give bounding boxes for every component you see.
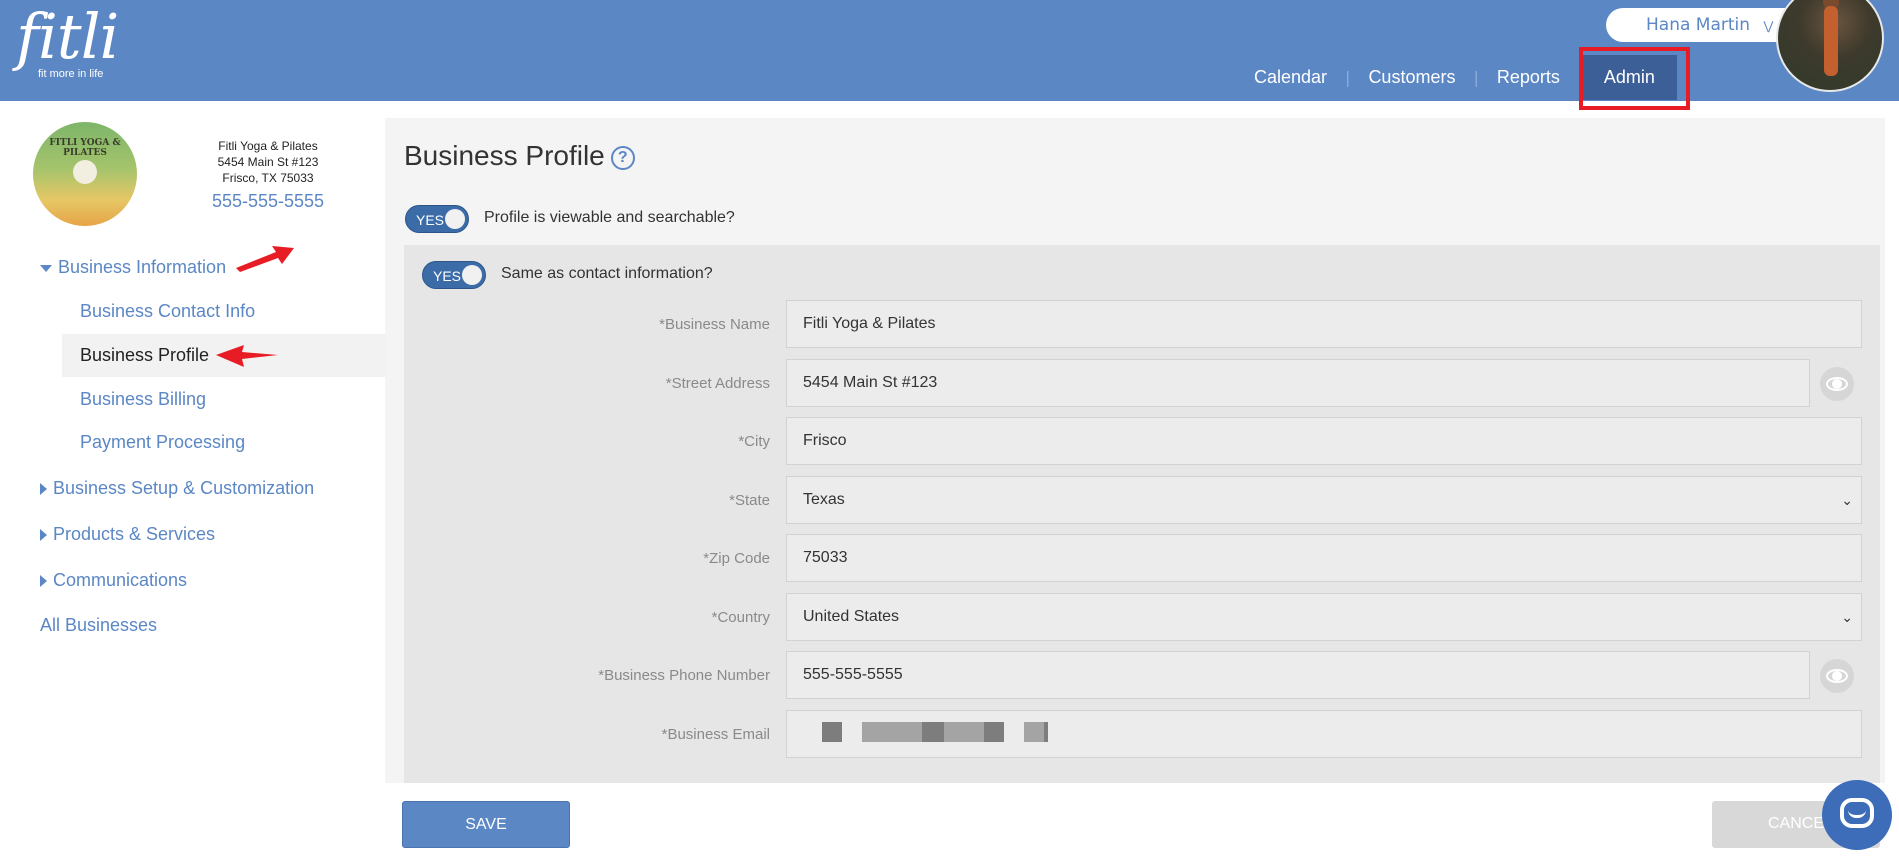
red-arrow-icon <box>236 246 294 272</box>
toggle-state: YES <box>416 212 445 228</box>
street-address-label: *Street Address <box>665 375 770 392</box>
logo-tagline: fit more in life <box>38 68 104 80</box>
business-phone-label: *Business Phone Number <box>598 667 770 684</box>
caret-right-icon <box>40 483 47 496</box>
business-city-state-zip: Frisco, TX 75033 <box>222 171 314 185</box>
redacted-block <box>862 722 922 742</box>
user-avatar[interactable] <box>1776 0 1884 92</box>
zip-code-input[interactable]: 75033 <box>786 534 1862 582</box>
sidebar-item-business-setup[interactable]: Business Setup & Customization <box>40 478 314 499</box>
business-name-label: *Business Name <box>659 316 770 333</box>
toggle-knob <box>462 265 482 285</box>
sidebar-item-products-services[interactable]: Products & Services <box>40 524 215 545</box>
business-phone-input[interactable]: 555-555-5555 <box>786 651 1810 699</box>
help-icon[interactable]: ? <box>610 146 635 170</box>
street-address-input[interactable]: 5454 Main St #123 <box>786 359 1810 407</box>
profile-visible-label: Profile is viewable and searchable? <box>484 209 735 226</box>
redacted-block <box>1024 722 1044 742</box>
meditation-figure-icon <box>73 160 97 184</box>
country-selected-value: United States <box>803 608 900 625</box>
toggle-state: YES <box>433 268 462 284</box>
city-input[interactable]: Frisco <box>786 417 1862 465</box>
chat-support-button[interactable] <box>1822 780 1892 850</box>
state-label: *State <box>729 492 770 509</box>
nav-customers[interactable]: Customers <box>1350 55 1473 100</box>
state-selected-value: Texas <box>803 491 845 508</box>
caret-right-icon <box>40 529 47 542</box>
business-summary: Fitli Yoga & Pilates 5454 Main St #123 F… <box>196 138 340 214</box>
sidebar-item-label: Products & Services <box>53 524 216 544</box>
user-name: Hana Martin <box>1646 15 1751 35</box>
red-arrow-icon <box>216 345 278 367</box>
redacted-block <box>922 722 944 742</box>
state-select[interactable]: Texas ⌄ <box>786 476 1862 524</box>
avatar-body <box>1824 6 1838 76</box>
nav-reports[interactable]: Reports <box>1479 55 1578 100</box>
sidebar-item-business-contact-info[interactable]: Business Contact Info <box>80 301 255 322</box>
sidebar-item-payment-processing[interactable]: Payment Processing <box>80 432 245 453</box>
toggle-knob <box>445 209 465 229</box>
country-label: *Country <box>711 609 770 626</box>
business-logo: FITLI YOGA & PILATES <box>33 122 137 226</box>
profile-visible-toggle[interactable]: YES <box>405 205 469 233</box>
fitli-logo[interactable]: fitli fit more in life <box>16 0 119 81</box>
street-visibility-eye-icon[interactable] <box>1820 367 1854 401</box>
sidebar-item-label: Business Setup & Customization <box>53 478 315 498</box>
phone-visibility-eye-icon[interactable] <box>1820 659 1854 693</box>
caret-right-icon <box>40 575 47 588</box>
chevron-down-icon: ⌄ <box>1841 609 1853 625</box>
redacted-block <box>944 722 984 742</box>
sidebar-item-business-information[interactable]: Business Information <box>40 257 226 278</box>
double-chevron-down-icon: ⋁ <box>1763 19 1774 33</box>
country-select[interactable]: United States ⌄ <box>786 593 1862 641</box>
sidebar-item-label: Communications <box>53 570 188 590</box>
redacted-block <box>1044 722 1048 742</box>
business-phone-link[interactable]: 555-555-5555 <box>196 188 340 214</box>
caret-down-icon <box>40 264 52 272</box>
page-title: Business Profile? <box>404 140 635 172</box>
nav-calendar[interactable]: Calendar <box>1236 55 1345 100</box>
sidebar-item-all-businesses[interactable]: All Businesses <box>40 615 157 636</box>
sidebar-item-communications[interactable]: Communications <box>40 570 187 591</box>
eye-pupil <box>1832 379 1842 389</box>
sidebar-item-business-billing[interactable]: Business Billing <box>80 389 206 410</box>
city-label: *City <box>738 433 770 450</box>
chevron-down-icon: ⌄ <box>1841 492 1853 508</box>
page-title-text: Business Profile <box>404 140 605 171</box>
sidebar-item-business-profile[interactable]: Business Profile <box>80 345 209 366</box>
business-email-label: *Business Email <box>661 726 770 743</box>
sidebar-item-label: Business Information <box>58 257 227 277</box>
business-logo-text: FITLI YOGA & PILATES <box>49 138 121 158</box>
admin-highlight-box <box>1579 47 1690 110</box>
redacted-block <box>822 722 842 742</box>
zip-code-label: *Zip Code <box>703 550 770 567</box>
business-name: Fitli Yoga & Pilates <box>218 139 318 153</box>
redacted-block <box>984 722 1004 742</box>
business-name-input[interactable]: Fitli Yoga & Pilates <box>786 300 1862 348</box>
logo-word: fitli <box>16 0 119 73</box>
same-as-contact-label: Same as contact information? <box>501 265 713 282</box>
eye-pupil <box>1832 671 1842 681</box>
business-address: 5454 Main St #123 <box>217 155 319 169</box>
save-button[interactable]: SAVE <box>402 801 570 848</box>
same-as-contact-toggle[interactable]: YES <box>422 261 486 289</box>
